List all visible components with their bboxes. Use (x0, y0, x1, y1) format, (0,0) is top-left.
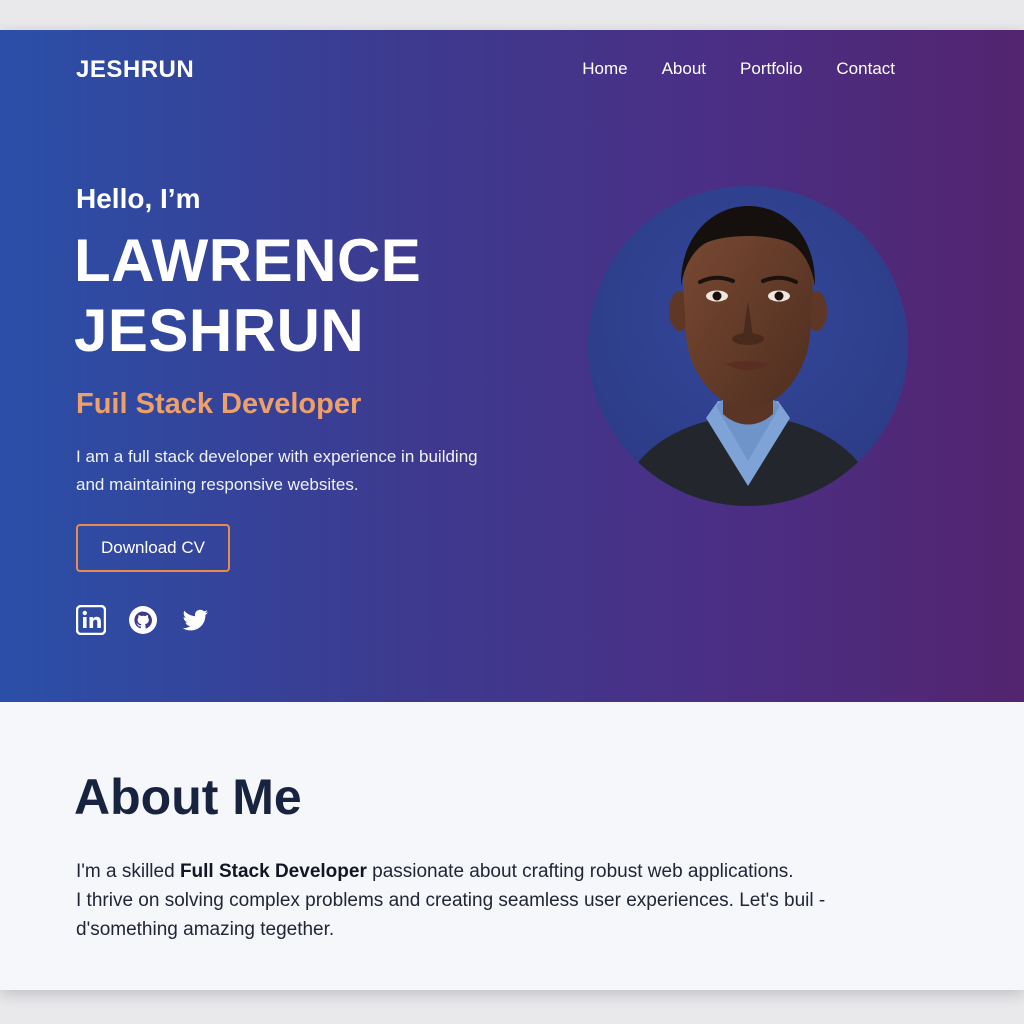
about-text-prefix: I'm a skilled (76, 861, 180, 882)
about-title: About Me (74, 769, 302, 825)
hero-intro-line1: I am a full stack developer with experie… (76, 447, 478, 466)
hero-intro: I am a full stack developer with experie… (76, 443, 516, 499)
profile-photo (588, 186, 908, 506)
download-cv-button[interactable]: Download CV (76, 524, 230, 572)
hero-role: Fuil Stack Developer (76, 388, 362, 420)
about-text-line1-rest: passionate about crafting robust web app… (366, 861, 794, 882)
about-text-line3: d'something amazing tegether. (76, 919, 335, 940)
nav-item-contact[interactable]: Contact (836, 59, 895, 79)
twitter-icon[interactable] (180, 605, 210, 635)
hero-name: LAWRENCE JESHRUN (74, 226, 421, 366)
nav-item-home[interactable]: Home (582, 59, 627, 79)
about-text-bold: Full Stack Developer (179, 861, 367, 882)
github-icon[interactable] (128, 605, 158, 635)
nav-item-about[interactable]: About (662, 59, 706, 79)
main-nav: Home About Portfolio Contact (582, 59, 895, 79)
hero-section: JESHRUN Home About Portfolio Contact Hel… (0, 30, 1024, 702)
hero-greeting: Hello, I’m (76, 183, 201, 214)
hero-name-line2: JESHRUN (74, 297, 365, 364)
about-section: About Me I'm a skilled Full Stack Develo… (0, 702, 1024, 990)
social-links (76, 605, 210, 635)
brand-logo[interactable]: JESHRUN (76, 56, 194, 84)
nav-item-portfolio[interactable]: Portfolio (740, 59, 802, 79)
about-text: I'm a skilled Full Stack Developer passi… (76, 857, 836, 944)
hero-intro-line2: and maintaining responsive websites. (76, 475, 359, 494)
page: JESHRUN Home About Portfolio Contact Hel… (0, 30, 1024, 990)
hero-name-line1: LAWRENCE (74, 227, 422, 294)
about-text-line2: I thrive on solving complex problems and… (76, 890, 826, 911)
linkedin-icon[interactable] (76, 605, 106, 635)
person-portrait-icon (588, 186, 908, 506)
